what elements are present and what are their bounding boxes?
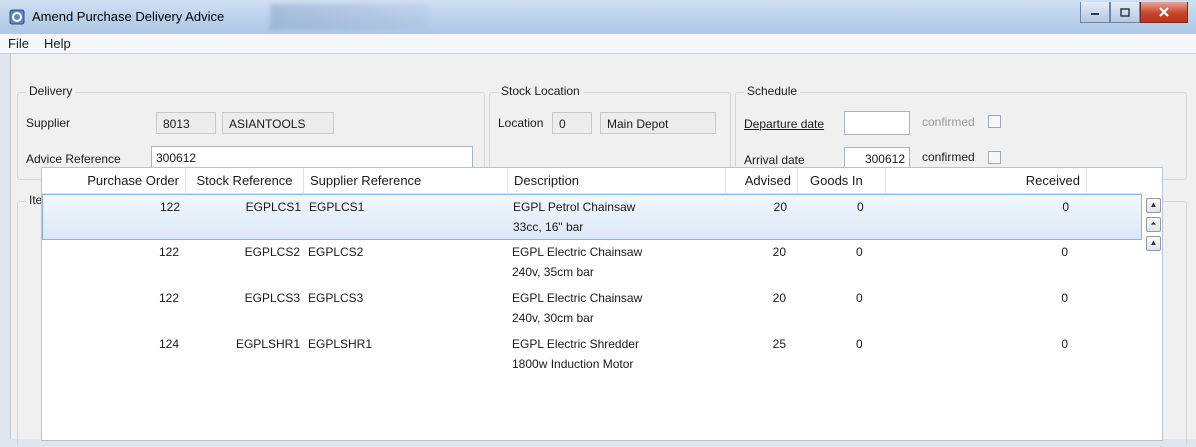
cell-stock-ref: EGPLCS2: [244, 245, 300, 259]
caret-up-icon: ▲: [1149, 238, 1158, 247]
cell-goods-in: 0: [857, 200, 864, 214]
col-stock-reference[interactable]: Stock Reference: [186, 168, 304, 193]
scroll-up-button[interactable]: ▲: [1146, 198, 1161, 213]
location-name-field: Main Depot: [600, 112, 716, 134]
minimize-button[interactable]: [1080, 2, 1110, 23]
cell-received: 0: [1061, 337, 1068, 351]
move-up-button[interactable]: ▲: [1146, 236, 1161, 251]
cell-po: 122: [158, 245, 179, 259]
cell-description-line2: 33cc, 16" bar: [513, 220, 584, 234]
cell-goods-in: 0: [856, 245, 863, 259]
delivery-group-title: Delivery: [26, 84, 76, 98]
departure-confirmed-checkbox[interactable]: [988, 115, 1001, 128]
cell-advised: 20: [773, 200, 787, 214]
location-label: Location: [498, 116, 544, 130]
item-list-table: Purchase Order Stock Reference Supplier …: [41, 167, 1163, 441]
cell-stock-ref: EGPLCS1: [245, 200, 301, 214]
arrival-confirmed-label: confirmed: [922, 150, 975, 164]
cell-description: EGPL Petrol Chainsaw: [513, 200, 636, 214]
close-icon: [1159, 7, 1169, 17]
cell-supplier-ref: EGPLSHR1: [308, 337, 373, 351]
menu-bar: File Help: [0, 34, 1196, 54]
table-row[interactable]: 122 EGPLCS2 EGPLCS2 EGPL Electric Chains…: [42, 240, 1142, 286]
maximize-button[interactable]: [1110, 2, 1140, 23]
title-bar: Amend Purchase Delivery Advice: [0, 0, 1196, 35]
col-goods-in[interactable]: Goods In: [798, 168, 886, 193]
cell-description-line2: 240v, 35cm bar: [512, 265, 594, 279]
cell-supplier-ref: EGPLCS2: [308, 245, 364, 259]
cell-po: 122: [159, 200, 180, 214]
cell-supplier-ref: EGPLCS1: [309, 200, 365, 214]
cell-po: 122: [158, 291, 179, 305]
cell-description-line2: 240v, 30cm bar: [512, 311, 594, 325]
departure-confirmed-label: confirmed: [922, 115, 975, 129]
minimize-icon: [1091, 13, 1099, 15]
location-code-field: 0: [552, 112, 592, 134]
arrival-confirmed-checkbox[interactable]: [988, 151, 1001, 164]
cell-received: 0: [1062, 200, 1069, 214]
table-side-buttons: ▲ ⏶ ▲: [1146, 198, 1161, 255]
close-button[interactable]: [1140, 2, 1188, 23]
cell-po: 124: [158, 337, 179, 351]
cell-stock-ref: EGPLCS3: [244, 291, 300, 305]
supplier-name-field: ASIANTOOLS: [222, 112, 334, 134]
cell-advised: 25: [772, 337, 786, 351]
cell-description: EGPL Electric Chainsaw: [512, 245, 643, 259]
cell-goods-in: 0: [856, 291, 863, 305]
maximize-icon: [1120, 7, 1130, 17]
app-icon: [9, 9, 25, 25]
table-row[interactable]: 122 EGPLCS1 EGPLCS1 EGPL Petrol Chainsaw…: [42, 194, 1142, 240]
window-title: Amend Purchase Delivery Advice: [32, 9, 225, 24]
table-row[interactable]: 122 EGPLCS3 EGPLCS3 EGPL Electric Chains…: [42, 286, 1142, 332]
cell-description: EGPL Electric Shredder: [512, 337, 639, 351]
col-received[interactable]: Received: [886, 168, 1087, 193]
table-header: Purchase Order Stock Reference Supplier …: [42, 168, 1142, 194]
cell-goods-in: 0: [856, 337, 863, 351]
arrival-date-label: Arrival date: [744, 153, 805, 167]
cell-stock-ref: EGPLSHR1: [235, 337, 300, 351]
move-top-button[interactable]: ⏶: [1146, 217, 1161, 232]
double-caret-up-icon: ⏶: [1150, 219, 1157, 228]
cell-advised: 20: [772, 291, 786, 305]
stock-location-group-title: Stock Location: [498, 84, 583, 98]
departure-date-input[interactable]: [844, 111, 910, 135]
cell-description: EGPL Electric Chainsaw: [512, 291, 643, 305]
cell-received: 0: [1061, 291, 1068, 305]
background-window-blur: [270, 4, 430, 30]
schedule-group-title: Schedule: [744, 84, 801, 98]
advice-reference-label: Advice Reference: [26, 152, 121, 166]
col-advised[interactable]: Advised: [726, 168, 798, 193]
cell-received: 0: [1061, 245, 1068, 259]
col-supplier-reference[interactable]: Supplier Reference: [304, 168, 508, 193]
cell-supplier-ref: EGPLCS3: [308, 291, 364, 305]
cell-description-line2: 1800w Induction Motor: [512, 357, 634, 371]
table-row[interactable]: 124 EGPLSHR1 EGPLSHR1 EGPL Electric Shre…: [42, 332, 1142, 378]
menu-file[interactable]: File: [8, 36, 29, 51]
supplier-label: Supplier: [26, 116, 71, 130]
col-description[interactable]: Description: [508, 168, 726, 193]
departure-date-label: Departure date: [744, 117, 825, 131]
caret-up-icon: ▲: [1149, 200, 1158, 209]
cell-advised: 20: [772, 245, 786, 259]
col-purchase-order[interactable]: Purchase Order: [42, 168, 186, 193]
supplier-code-field: 8013: [156, 112, 216, 134]
menu-help[interactable]: Help: [44, 36, 71, 51]
